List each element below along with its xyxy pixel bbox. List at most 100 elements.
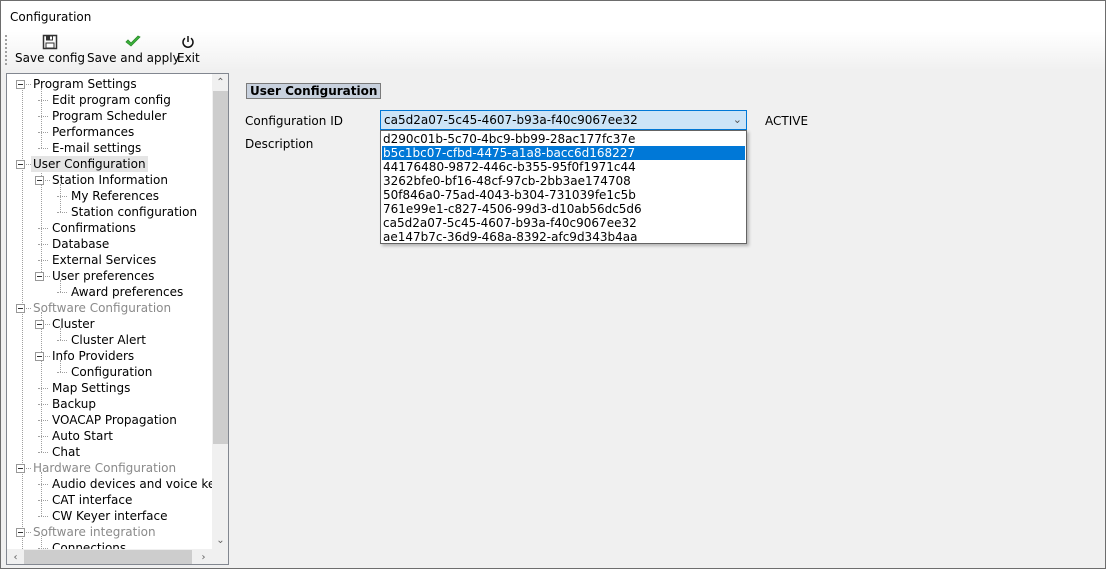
tree-horizontal-scrollbar[interactable]: ‹ › [7, 549, 212, 564]
tree-connector [38, 452, 48, 453]
tree-connector [22, 88, 23, 549]
collapse-toggle-icon[interactable] [16, 304, 25, 313]
title-bar: Configuration [1, 1, 1105, 31]
section-title: User Configuration [246, 83, 382, 99]
description-label: Description [245, 137, 314, 151]
tree-item[interactable]: Software Configuration [31, 300, 173, 316]
tree-item[interactable]: Auto Start [50, 428, 115, 444]
tree-item[interactable]: Audio devices and voice keyer [50, 476, 212, 492]
tree-item[interactable]: Software integration [31, 524, 158, 540]
save-config-button[interactable]: Save config [15, 33, 85, 69]
tree-connector [41, 472, 42, 516]
exit-label: Exit [177, 51, 200, 65]
configuration-id-combobox[interactable]: ca5d2a07-5c45-4607-b93a-f40c9067ee32 ⌄ [380, 110, 747, 130]
settings-tree-panel: Program Settings Edit program config Progr… [6, 73, 229, 565]
tree-item[interactable]: Database [50, 236, 111, 252]
tree-connector [45, 180, 50, 181]
tree-connector [38, 228, 48, 229]
status-label: ACTIVE [765, 114, 809, 128]
tree-item[interactable]: Map Settings [50, 380, 132, 396]
configuration-id-value: ca5d2a07-5c45-4607-b93a-f40c9067ee32 [384, 113, 638, 127]
tree-item[interactable]: Performances [50, 124, 136, 140]
tree-connector [26, 164, 31, 165]
tree-item[interactable]: User preferences [50, 268, 156, 284]
tree-item[interactable]: User Configuration [31, 156, 148, 172]
tree-item[interactable]: Edit program config [50, 92, 173, 108]
scroll-right-icon[interactable]: › [195, 549, 212, 564]
dropdown-option[interactable]: 3262bfe0-bf16-48cf-97cb-2bb3ae174708 [382, 174, 745, 188]
dropdown-option[interactable]: 50f846a0-75ad-4043-b304-731039fe1c5b [382, 188, 745, 202]
tree-item[interactable]: Station Information [50, 172, 170, 188]
tree-item[interactable]: My References [69, 188, 161, 204]
scroll-up-icon[interactable]: ⌃ [212, 74, 228, 91]
horizontal-scroll-thumb[interactable] [24, 550, 192, 564]
tree-vertical-scrollbar[interactable]: ⌃ ⌄ [212, 74, 228, 549]
toolbar: Save config Save and apply Exit [1, 31, 1105, 71]
tree-item[interactable]: Cluster Alert [69, 332, 148, 348]
tree-item[interactable]: Confirmations [50, 220, 138, 236]
tree-item[interactable]: Chat [50, 444, 82, 460]
tree-connector [57, 212, 67, 213]
tree-item[interactable]: VOACAP Propagation [50, 412, 179, 428]
tree-connector [26, 84, 31, 85]
tree-item[interactable]: Program Settings [31, 76, 139, 92]
collapse-toggle-icon[interactable] [16, 464, 25, 473]
dropdown-option[interactable]: 44176480-9872-446c-b355-95f0f1971c44 [382, 160, 745, 174]
power-icon [181, 33, 195, 51]
collapse-toggle-icon[interactable] [35, 320, 44, 329]
scroll-left-icon[interactable]: ‹ [7, 549, 24, 564]
dropdown-option[interactable]: ca5d2a07-5c45-4607-b93a-f40c9067ee32 [382, 216, 745, 230]
tree-item[interactable]: Configuration [69, 364, 154, 380]
tree-connector [38, 484, 48, 485]
tree-connector [57, 340, 67, 341]
tree-item[interactable]: Cluster [50, 316, 97, 332]
tree-connector [38, 388, 48, 389]
tree-connector [57, 292, 67, 293]
tree-connector [38, 148, 48, 149]
tree-connector [38, 404, 48, 405]
toolbar-grip[interactable] [5, 35, 7, 65]
exit-button[interactable]: Exit [177, 33, 200, 69]
save-and-apply-button[interactable]: Save and apply [87, 33, 180, 69]
tree-connector [38, 244, 48, 245]
collapse-toggle-icon[interactable] [35, 352, 44, 361]
tree-connector [26, 468, 31, 469]
tree-item[interactable]: Station configuration [69, 204, 199, 220]
chevron-down-icon[interactable]: ⌄ [733, 113, 742, 126]
dropdown-option[interactable]: b5c1bc07-cfbd-4475-a1a8-bacc6d168227 [382, 146, 745, 160]
tree-connector [38, 132, 48, 133]
dropdown-option[interactable]: ae147b7c-36d9-468a-8392-afc9d343b4aa [382, 230, 745, 244]
configuration-id-dropdown-list: d290c01b-5c70-4bc9-bb99-28ac177fc37e b5c1… [380, 130, 747, 244]
tree-item[interactable]: Info Providers [50, 348, 136, 364]
green-checkmark-icon [125, 33, 142, 51]
window-title: Configuration [10, 10, 92, 24]
tree-connector [38, 436, 48, 437]
save-config-label: Save config [15, 51, 85, 65]
tree-connector [45, 276, 50, 277]
tree-item[interactable]: E-mail settings [50, 140, 143, 156]
tree-item[interactable]: External Services [50, 252, 158, 268]
collapse-toggle-icon[interactable] [35, 176, 44, 185]
tree-item[interactable]: Award preferences [69, 284, 185, 300]
tree-item[interactable]: CW Keyer interface [50, 508, 169, 524]
collapse-toggle-icon[interactable] [16, 160, 25, 169]
configuration-window: Configuration Save config Save and apply [0, 0, 1106, 569]
collapse-toggle-icon[interactable] [16, 80, 25, 89]
tree-connector [60, 184, 61, 212]
save-and-apply-label: Save and apply [87, 51, 180, 65]
vertical-scroll-thumb[interactable] [213, 91, 228, 444]
collapse-toggle-icon[interactable] [16, 528, 25, 537]
tree-item[interactable]: Program Scheduler [50, 108, 169, 124]
dropdown-option[interactable]: d290c01b-5c70-4bc9-bb99-28ac177fc37e [382, 132, 745, 146]
tree-connector [38, 516, 48, 517]
tree-connector [45, 324, 50, 325]
tree-item[interactable]: CAT interface [50, 492, 134, 508]
tree-connector [41, 88, 42, 148]
scroll-down-icon[interactable]: ⌄ [212, 532, 228, 549]
dropdown-option[interactable]: 761e99e1-c827-4506-99d3-d10ab56dc5d6 [382, 202, 745, 216]
tree-item[interactable]: Hardware Configuration [31, 460, 178, 476]
tree-connector [26, 532, 31, 533]
tree-item[interactable]: Connections [50, 540, 128, 549]
collapse-toggle-icon[interactable] [35, 272, 44, 281]
tree-item[interactable]: Backup [50, 396, 98, 412]
